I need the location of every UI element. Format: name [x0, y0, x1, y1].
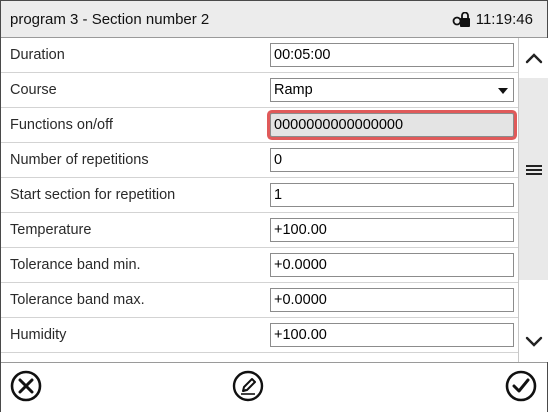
humidity-field[interactable]: +100.00 [270, 323, 514, 347]
row-label: Course [10, 82, 57, 98]
row-label: Humidity [10, 327, 67, 343]
row-tolerance-max: Tolerance band max. +0.0000 [1, 283, 519, 318]
field-value: 0000000000000000 [274, 117, 404, 133]
field-value: +100.00 [274, 327, 327, 343]
status-clock: 11:19:46 [451, 11, 533, 28]
start-section-field[interactable]: 1 [270, 183, 514, 207]
dropdown-arrow-icon [498, 88, 508, 94]
chevron-up-icon[interactable] [522, 44, 546, 72]
row-duration: Duration 00:05:00 [1, 38, 519, 73]
page-title: program 3 - Section number 2 [10, 11, 210, 28]
confirm-button[interactable] [502, 369, 540, 407]
tolerance-max-field[interactable]: +0.0000 [270, 288, 514, 312]
action-bar [1, 362, 547, 412]
menu-lines-icon[interactable] [522, 156, 546, 184]
functions-field[interactable]: 0000000000000000 [270, 113, 514, 137]
row-repetitions: Number of repetitions 0 [1, 143, 519, 178]
row-label: Functions on/off [10, 117, 113, 133]
row-humidity: Humidity +100.00 [1, 318, 519, 353]
cancel-button[interactable] [7, 369, 45, 407]
row-start-section: Start section for repetition 1 [1, 178, 519, 213]
pencil-circle-icon [231, 369, 265, 408]
row-temperature: Temperature +100.00 [1, 213, 519, 248]
scrollbar[interactable] [518, 38, 548, 362]
cancel-circle-icon [9, 369, 43, 408]
field-value: 0 [274, 152, 283, 168]
field-value: 1 [274, 187, 283, 203]
title-bar: program 3 - Section number 2 11:19:46 [1, 1, 547, 38]
row-tolerance-min: Tolerance band min. +0.0000 [1, 248, 519, 283]
check-circle-icon [504, 369, 538, 408]
row-label: Start section for repetition [10, 187, 176, 203]
field-value: Ramp [274, 82, 313, 98]
field-value: +100.00 [274, 222, 327, 238]
clock-time: 11:19:46 [475, 11, 533, 28]
duration-field[interactable]: 00:05:00 [270, 43, 514, 67]
edit-button[interactable] [229, 369, 267, 407]
row-course: Course Ramp [1, 73, 519, 108]
lock-icon [451, 11, 473, 28]
course-dropdown[interactable]: Ramp [270, 78, 514, 102]
chevron-down-icon[interactable] [522, 328, 546, 356]
row-label: Tolerance band min. [10, 257, 141, 273]
row-label: Temperature [10, 222, 92, 238]
repetitions-field[interactable]: 0 [270, 148, 514, 172]
parameter-list: Duration 00:05:00 Course Ramp Functions … [1, 38, 519, 379]
temperature-field[interactable]: +100.00 [270, 218, 514, 242]
row-functions: Functions on/off 0000000000000000 [1, 108, 519, 143]
row-label: Tolerance band max. [10, 292, 145, 308]
tolerance-min-field[interactable]: +0.0000 [270, 253, 514, 277]
row-label: Duration [10, 47, 65, 63]
row-label: Number of repetitions [10, 152, 149, 168]
field-value: 00:05:00 [274, 47, 331, 63]
field-value: +0.0000 [274, 292, 327, 308]
field-value: +0.0000 [274, 257, 327, 273]
